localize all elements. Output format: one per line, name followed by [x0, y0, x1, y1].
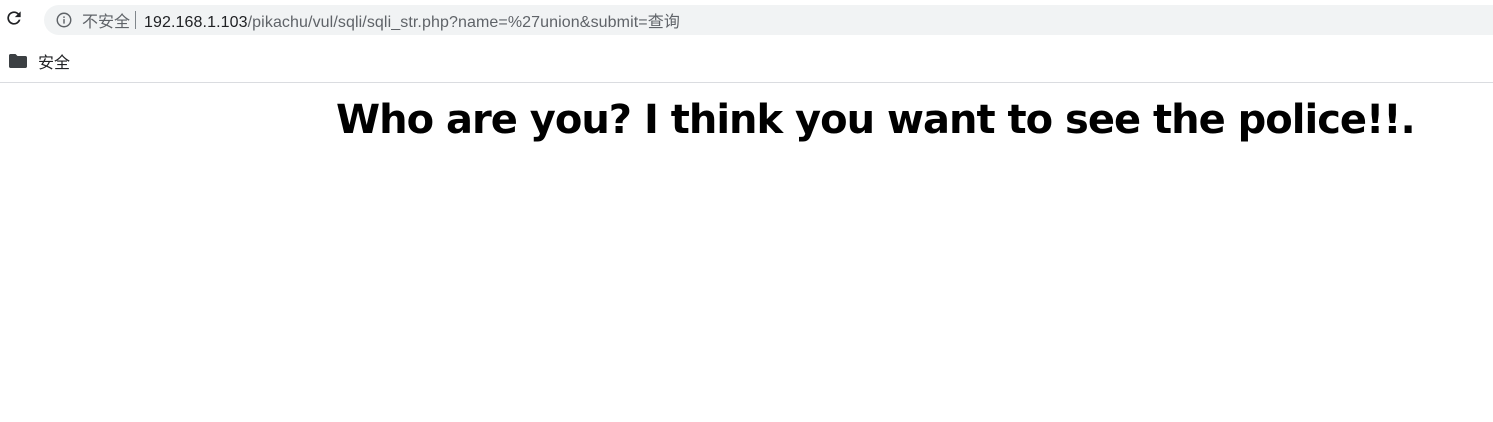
page-message: Who are you? I think you want to see the…: [336, 97, 1416, 143]
browser-toolbar: 不安全 192.168.1.103/pikachu/vul/sqli/sqli_…: [0, 0, 1493, 40]
bookmark-folder-security[interactable]: 安全: [8, 49, 76, 73]
bookmark-label: 安全: [38, 55, 71, 72]
url-host[interactable]: 192.168.1.103: [144, 14, 248, 31]
site-info-button[interactable]: [52, 8, 76, 32]
page-body: Who are you? I think you want to see the…: [0, 83, 1493, 421]
reload-button[interactable]: [2, 6, 26, 30]
address-bar[interactable]: 不安全 192.168.1.103/pikachu/vul/sqli/sqli_…: [44, 5, 1493, 35]
folder-icon: [8, 53, 28, 69]
url-text[interactable]: 192.168.1.103/pikachu/vul/sqli/sqli_str.…: [144, 8, 680, 32]
security-status-label[interactable]: 不安全: [82, 8, 130, 32]
omnibox-separator: [135, 11, 137, 29]
bookmarks-bar: 安全: [0, 40, 1493, 83]
url-path[interactable]: /pikachu/vul/sqli/sqli_str.php?name=%27u…: [248, 14, 680, 31]
info-icon: [56, 12, 72, 28]
reload-icon: [7, 11, 21, 25]
